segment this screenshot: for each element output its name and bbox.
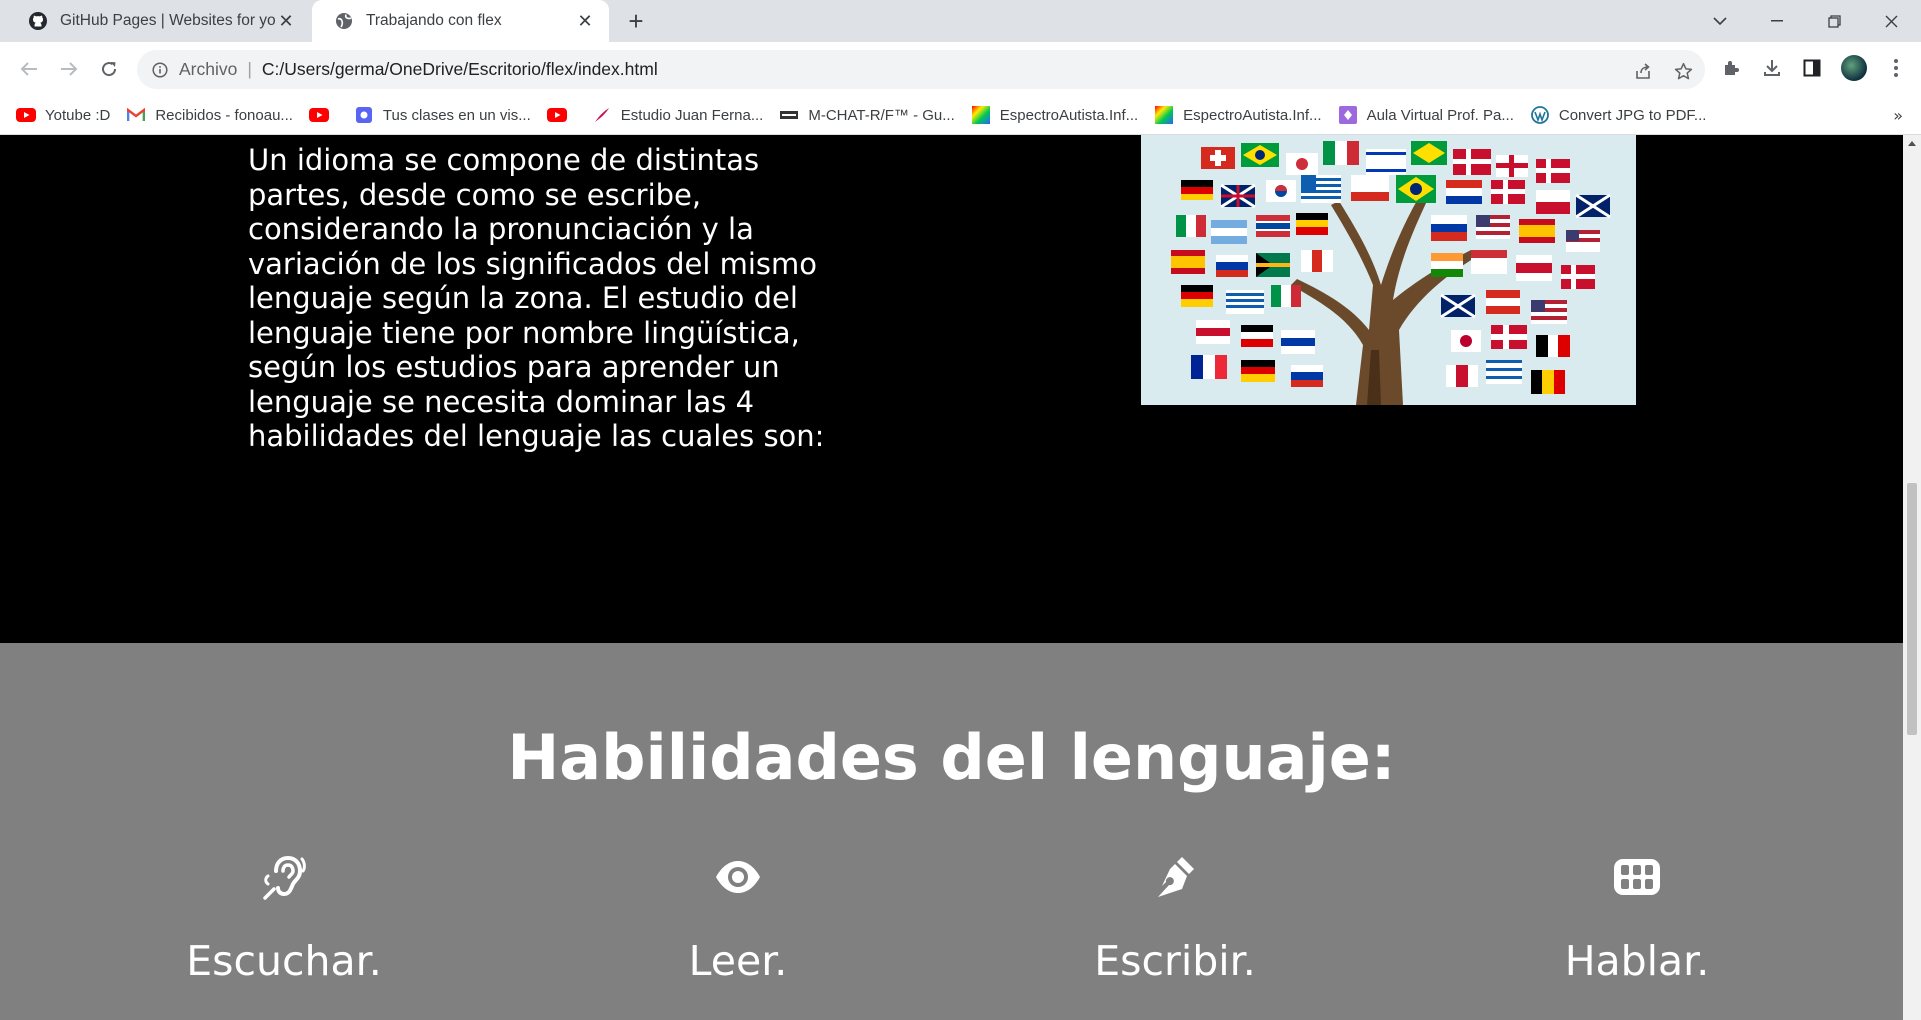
skill-label: Escuchar. <box>186 937 382 985</box>
tab-search-icon[interactable] <box>1692 0 1748 42</box>
info-icon[interactable] <box>151 61 169 79</box>
download-icon[interactable] <box>1760 56 1784 80</box>
skills-section: Habilidades del lenguaje: Escuchar. Leer… <box>0 643 1903 1020</box>
bookmark-item[interactable]: Convert JPG to PDF... <box>1530 106 1707 124</box>
browser-window: GitHub Pages | Websites for you ✕ Trabaj… <box>0 0 1921 1020</box>
bookmark-item[interactable]: Estudio Juan Ferna... <box>592 106 764 124</box>
bookmark-item[interactable] <box>308 107 338 123</box>
bookmark-label: Recibidos - fonoau... <box>155 106 293 124</box>
page-scrollbar[interactable] <box>1903 135 1921 1020</box>
listening-ear-icon <box>134 853 434 901</box>
youtube-icon <box>546 107 567 123</box>
bookmark-item[interactable]: Yotube :D <box>16 107 110 124</box>
scheme-separator: | <box>247 59 252 79</box>
back-arrow-icon[interactable] <box>14 54 44 84</box>
bookmark-label: Aula Virtual Prof. Pa... <box>1366 106 1514 124</box>
close-window-icon[interactable] <box>1863 0 1919 42</box>
skills-heading: Habilidades del lenguaje: <box>507 721 1396 794</box>
youtube-icon <box>16 107 36 123</box>
intro-paragraph: Un idioma se compone de distintas partes… <box>248 143 825 453</box>
scroll-up-arrow-icon[interactable] <box>1908 141 1916 146</box>
skill-escuchar: Escuchar. <box>134 853 434 985</box>
tab-trabajando-con-flex[interactable]: Trabajando con flex ✕ <box>312 0 609 42</box>
app-icon <box>354 107 374 123</box>
bookmark-label: Tus clases en un vis... <box>382 106 531 124</box>
more-bookmarks-chevron[interactable]: » <box>1893 106 1903 125</box>
rainbow-icon <box>971 106 991 124</box>
pen-nib-icon <box>1025 853 1325 901</box>
bookmarks-bar: Yotube :D Recibidos - fonoau... Tus clas… <box>0 96 1921 135</box>
skill-escribir: Escribir. <box>1025 853 1325 985</box>
tab-title: Trabajando con flex <box>366 12 502 29</box>
bookmark-item[interactable] <box>546 107 576 123</box>
skill-label: Hablar. <box>1564 937 1710 985</box>
feather-icon <box>592 107 612 123</box>
flag-tree-image <box>1141 135 1636 405</box>
skill-label: Leer. <box>688 937 788 985</box>
wordpress-icon <box>1530 106 1550 124</box>
globe-icon <box>334 11 354 31</box>
youtube-icon <box>308 107 329 123</box>
diamond-icon <box>1338 106 1358 124</box>
forward-arrow-icon[interactable] <box>54 54 84 84</box>
bookmark-item[interactable]: M-CHAT-R/F™ - Gu... <box>779 106 955 124</box>
side-panel-icon[interactable] <box>1800 56 1824 80</box>
flag-tree-illustration <box>1171 141 1611 405</box>
extensions-icon[interactable] <box>1720 56 1744 80</box>
close-tab-icon[interactable]: ✕ <box>575 11 595 31</box>
restore-icon[interactable] <box>1806 0 1862 42</box>
rainbow-icon <box>1154 106 1174 124</box>
skill-label: Escribir. <box>1094 937 1256 985</box>
tab-strip: GitHub Pages | Websites for you ✕ Trabaj… <box>0 0 1921 42</box>
minimize-icon[interactable] <box>1749 0 1805 42</box>
scrollbar-thumb[interactable] <box>1907 483 1917 735</box>
bookmark-item[interactable]: Tus clases en un vis... <box>354 107 531 124</box>
page-viewport: Un idioma se compone de distintas partes… <box>0 135 1903 1020</box>
bookmark-label: M-CHAT-R/F™ - Gu... <box>808 106 955 124</box>
browser-toolbar: Archivo | C:/Users/germa/OneDrive/Escrit… <box>0 42 1921 96</box>
bookmark-label: Estudio Juan Ferna... <box>620 106 764 124</box>
url-text[interactable]: C:/Users/germa/OneDrive/Escritorio/flex/… <box>262 59 658 80</box>
github-icon <box>28 11 48 31</box>
bookmark-label: Yotube :D <box>45 106 111 124</box>
tab-title: GitHub Pages | Websites for you <box>60 12 276 29</box>
intro-section: Un idioma se compone de distintas partes… <box>0 135 1903 643</box>
mchat-icon <box>779 107 799 123</box>
close-tab-icon[interactable]: ✕ <box>276 11 296 31</box>
bookmark-item[interactable]: Aula Virtual Prof. Pa... <box>1338 106 1514 124</box>
bookmark-label: EspectroAutista.Inf... <box>999 106 1139 124</box>
address-bar[interactable]: Archivo | C:/Users/germa/OneDrive/Escrit… <box>137 50 1705 89</box>
profile-avatar[interactable] <box>1841 55 1867 81</box>
bookmark-label: Convert JPG to PDF... <box>1558 106 1707 124</box>
reload-icon[interactable] <box>94 54 124 84</box>
eye-icon <box>588 853 888 901</box>
scheme-label: Archivo <box>179 59 238 79</box>
skill-hablar: Hablar. <box>1487 853 1787 985</box>
bookmark-star-icon[interactable] <box>1672 60 1694 82</box>
bookmark-item[interactable]: Recibidos - fonoau... <box>126 107 293 124</box>
share-icon[interactable] <box>1632 60 1654 82</box>
bookmark-item[interactable]: EspectroAutista.Inf... <box>1154 106 1322 124</box>
skill-leer: Leer. <box>588 853 888 985</box>
menu-kebab-icon[interactable] <box>1884 56 1908 80</box>
new-tab-button[interactable]: + <box>622 6 650 36</box>
bookmark-item[interactable]: EspectroAutista.Inf... <box>971 106 1139 124</box>
tab-github-pages[interactable]: GitHub Pages | Websites for you ✕ <box>6 0 310 42</box>
gmail-icon <box>126 107 146 123</box>
bookmark-label: EspectroAutista.Inf... <box>1183 106 1322 124</box>
teeth-icon <box>1487 853 1787 901</box>
